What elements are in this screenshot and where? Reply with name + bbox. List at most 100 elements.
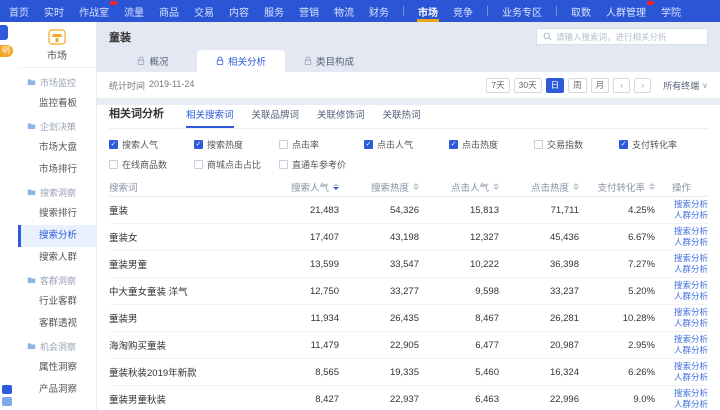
search-analysis-link[interactable]: 搜索分析 xyxy=(674,334,708,345)
checkbox-icon[interactable]: ✓ xyxy=(194,140,203,149)
sidebar-group-header-0[interactable]: 市场监控 xyxy=(18,71,96,93)
top-nav-item-7[interactable]: 服务 xyxy=(263,0,285,22)
sidebar-group-header-1[interactable]: 企划决策 xyxy=(18,115,96,137)
search-analysis-link[interactable]: 搜索分析 xyxy=(674,253,708,264)
crowd-analysis-link[interactable]: 人群分析 xyxy=(674,372,708,383)
crowd-analysis-link[interactable]: 人群分析 xyxy=(674,318,708,329)
metric-cell: 10.28% xyxy=(579,313,655,324)
rail-shortcut-icon-2[interactable] xyxy=(2,397,12,406)
checkbox-icon[interactable]: ✓ xyxy=(619,140,628,149)
next-date-button[interactable]: › xyxy=(634,78,651,93)
sidebar-item-2-2[interactable]: 搜索人群 xyxy=(18,247,96,269)
checkbox-icon[interactable] xyxy=(534,140,543,149)
top-nav-item-9[interactable]: 物流 xyxy=(333,0,355,22)
top-nav-item-0[interactable]: 首页 xyxy=(8,0,30,22)
prev-date-button[interactable]: ‹ xyxy=(613,78,630,93)
table-header-cell-1[interactable]: 搜索人气 xyxy=(259,180,339,194)
table-header-cell-4[interactable]: 点击热度 xyxy=(499,180,579,194)
checkbox-icon[interactable]: ✓ xyxy=(109,140,118,149)
search-analysis-link[interactable]: 搜索分析 xyxy=(674,361,708,372)
crowd-analysis-link[interactable]: 人群分析 xyxy=(674,237,708,248)
period-button-3[interactable]: 周 xyxy=(568,78,587,93)
checkbox-icon[interactable] xyxy=(109,160,118,169)
checkbox-icon[interactable] xyxy=(279,160,288,169)
metric-checkbox-9[interactable]: 直通车参考价 xyxy=(279,158,364,171)
top-nav-item-5[interactable]: 交易 xyxy=(193,0,215,22)
sidebar-item-1-0[interactable]: 市场大盘 xyxy=(18,137,96,159)
top-nav-item-6[interactable]: 内容 xyxy=(228,0,250,22)
period-button-4[interactable]: 月 xyxy=(591,78,610,93)
sidebar-item-4-0[interactable]: 属性洞察 xyxy=(18,357,96,379)
sidebar-group-label: 企划决策 xyxy=(40,120,76,133)
search-analysis-link[interactable]: 搜索分析 xyxy=(674,388,708,399)
checkbox-icon[interactable]: ✓ xyxy=(449,140,458,149)
top-nav-item-4[interactable]: 商品 xyxy=(158,0,180,22)
crowd-analysis-link[interactable]: 人群分析 xyxy=(674,264,708,275)
sidebar-group-header-3[interactable]: 客群洞察 xyxy=(18,269,96,291)
keyword-search-box[interactable] xyxy=(536,28,708,45)
sidebar-item-2-1[interactable]: 搜索分析 xyxy=(18,225,96,247)
metric-checkbox-2[interactable]: 点击率 xyxy=(279,138,364,151)
tab-2[interactable]: 类目构成 xyxy=(285,50,373,72)
top-nav-item-14[interactable]: 取数 xyxy=(570,0,592,22)
sidebar-item-0-0[interactable]: 监控看板 xyxy=(18,93,96,115)
metric-cell: 20,987 xyxy=(499,340,579,351)
sidebar-group-header-2[interactable]: 搜索洞察 xyxy=(18,181,96,203)
crowd-analysis-link[interactable]: 人群分析 xyxy=(674,210,708,221)
sidebar-item-1-1[interactable]: 市场排行 xyxy=(18,159,96,181)
metric-cell: 7.27% xyxy=(579,259,655,270)
metric-checkbox-3[interactable]: ✓点击人气 xyxy=(364,138,449,151)
crowd-analysis-link[interactable]: 人群分析 xyxy=(674,399,708,410)
top-nav-item-11[interactable]: 市场 xyxy=(417,0,439,22)
search-icon xyxy=(543,32,552,41)
metric-checkbox-8[interactable]: 商城点击占比 xyxy=(194,158,279,171)
rail-shortcut-icon-1[interactable] xyxy=(2,385,12,394)
metric-checkbox-0[interactable]: ✓搜索人气 xyxy=(109,138,194,151)
checkbox-icon[interactable] xyxy=(194,160,203,169)
subtab-1[interactable]: 关联品牌词 xyxy=(252,107,300,128)
crowd-analysis-link[interactable]: 人群分析 xyxy=(674,291,708,302)
search-analysis-link[interactable]: 搜索分析 xyxy=(674,280,708,291)
top-nav-item-2[interactable]: 作战室 xyxy=(78,0,110,22)
top-nav-item-10[interactable]: 财务 xyxy=(368,0,390,22)
table-header-cell-3[interactable]: 点击人气 xyxy=(419,180,499,194)
sidebar-item-2-0[interactable]: 搜索排行 xyxy=(18,203,96,225)
checkbox-icon[interactable]: ✓ xyxy=(364,140,373,149)
sidebar-item-3-1[interactable]: 客群透视 xyxy=(18,313,96,335)
top-nav-item-3[interactable]: 流量 xyxy=(123,0,145,22)
search-analysis-link[interactable]: 搜索分析 xyxy=(674,307,708,318)
search-input[interactable] xyxy=(556,32,701,42)
metric-cell: 8,467 xyxy=(419,313,499,324)
metric-checkbox-4[interactable]: ✓点击热度 xyxy=(449,138,534,151)
subtab-3[interactable]: 关联热词 xyxy=(383,107,421,128)
subtab-0[interactable]: 相关搜索词 xyxy=(186,107,234,128)
period-button-2[interactable]: 日 xyxy=(546,78,565,93)
metric-checkbox-5[interactable]: 交易指数 xyxy=(534,138,619,151)
top-nav-item-16[interactable]: 学院 xyxy=(660,0,682,22)
metric-checkbox-6[interactable]: ✓支付转化率 xyxy=(619,138,704,151)
table-header-cell-5[interactable]: 支付转化率 xyxy=(579,180,655,194)
sidebar-item-4-1[interactable]: 产品洞察 xyxy=(18,379,96,401)
period-button-1[interactable]: 30天 xyxy=(514,78,542,93)
top-nav-item-15[interactable]: 人群管理 xyxy=(605,0,647,22)
metric-cell: 43,198 xyxy=(339,232,419,243)
metric-checkbox-1[interactable]: ✓搜索热度 xyxy=(194,138,279,151)
search-analysis-link[interactable]: 搜索分析 xyxy=(674,199,708,210)
checkbox-icon[interactable] xyxy=(279,140,288,149)
tab-1[interactable]: 相关分析 xyxy=(197,50,285,72)
subtab-2[interactable]: 关联修饰词 xyxy=(317,107,365,128)
search-analysis-link[interactable]: 搜索分析 xyxy=(674,226,708,237)
period-button-0[interactable]: 7天 xyxy=(486,78,509,93)
metric-cell: 71,711 xyxy=(499,205,579,216)
metric-checkbox-7[interactable]: 在线商品数 xyxy=(109,158,194,171)
top-nav-item-13[interactable]: 业务专区 xyxy=(501,0,543,22)
top-nav-item-8[interactable]: 营销 xyxy=(298,0,320,22)
table-header-cell-2[interactable]: 搜索热度 xyxy=(339,180,419,194)
tab-0[interactable]: 概况 xyxy=(109,50,197,72)
sidebar-item-3-0[interactable]: 行业客群 xyxy=(18,291,96,313)
crowd-analysis-link[interactable]: 人群分析 xyxy=(674,345,708,356)
top-nav-item-1[interactable]: 实时 xyxy=(43,0,65,22)
terminal-dropdown[interactable]: 所有终端 ∨ xyxy=(663,79,708,92)
sidebar-group-header-4[interactable]: 机会洞察 xyxy=(18,335,96,357)
top-nav-item-12[interactable]: 竞争 xyxy=(452,0,474,22)
